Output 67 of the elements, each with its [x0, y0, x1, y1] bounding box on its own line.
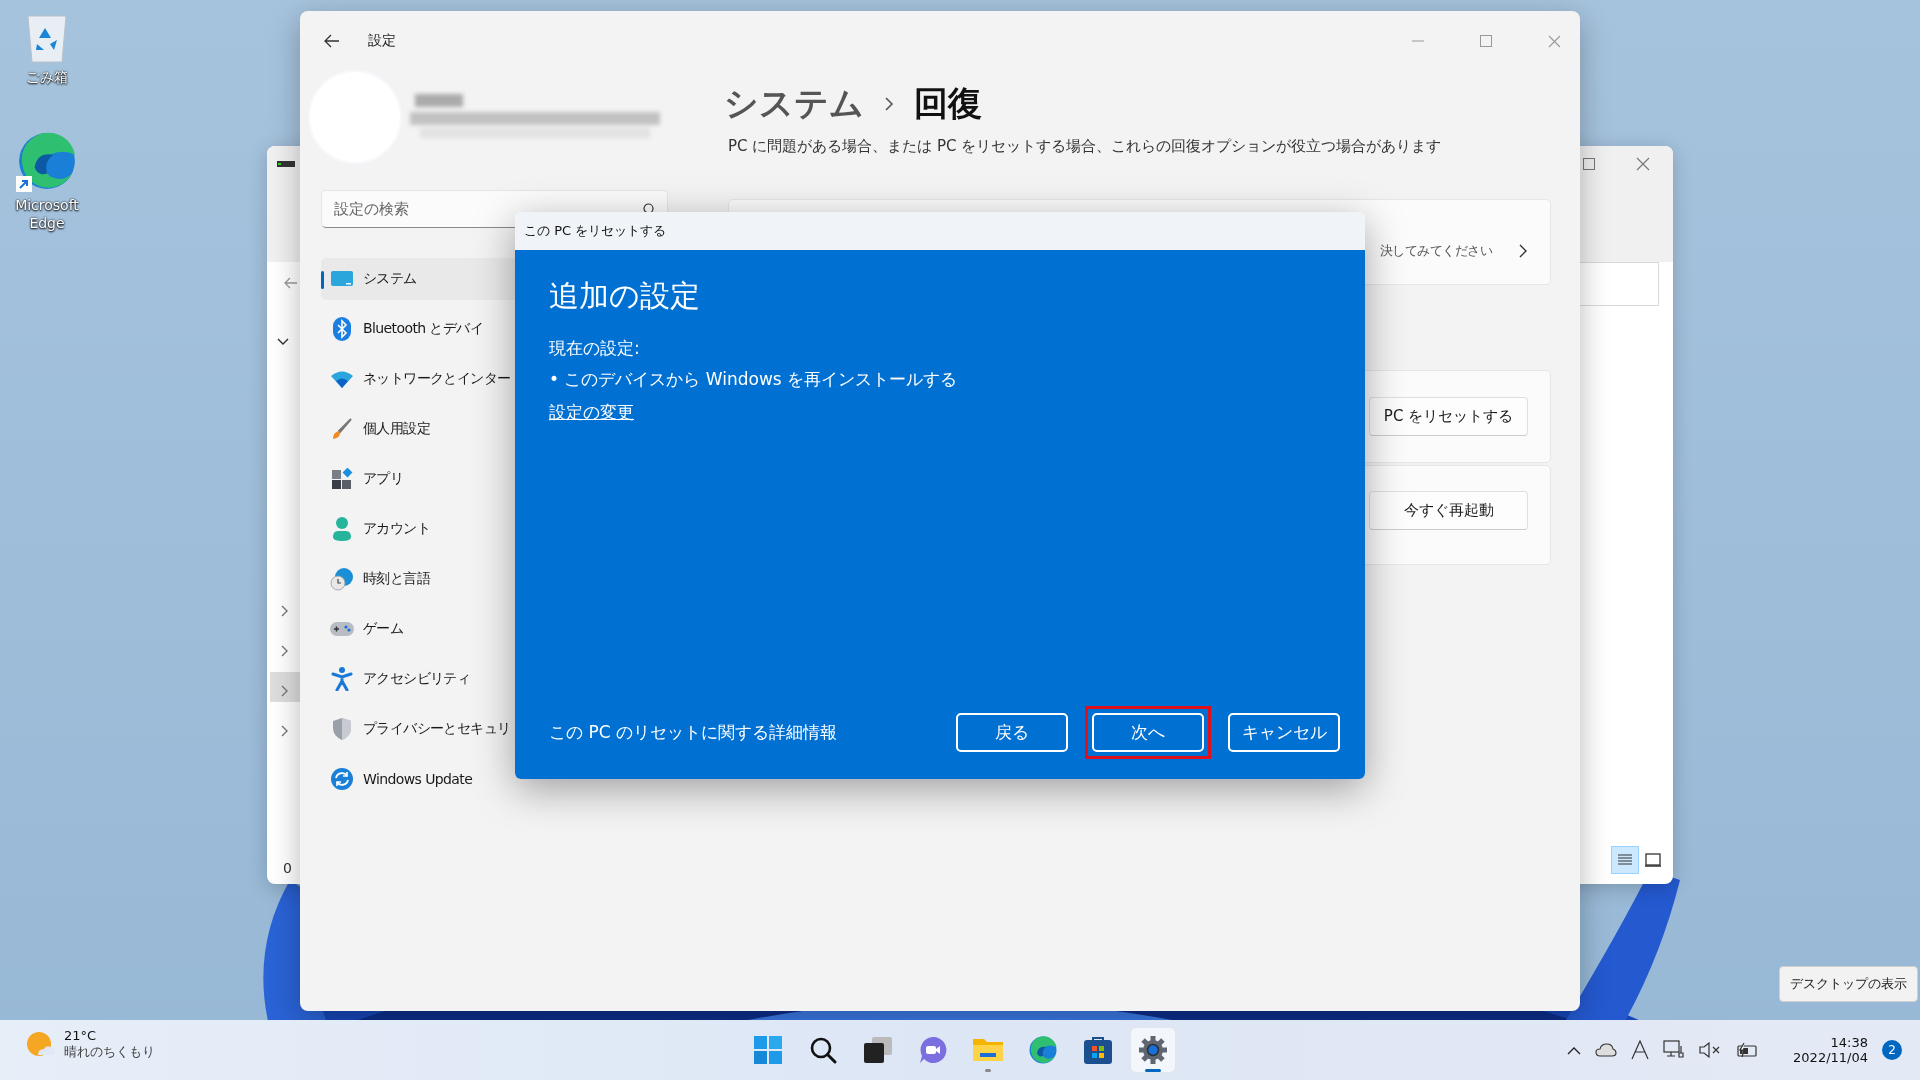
sync-icon — [330, 767, 354, 791]
battery-charging-icon[interactable] — [1735, 1042, 1760, 1058]
chat-icon — [918, 1036, 947, 1064]
gamepad-icon — [329, 620, 355, 638]
sun-cloud-icon — [26, 1030, 56, 1059]
chevron-right-icon — [884, 96, 894, 112]
apps-icon — [331, 468, 353, 490]
chevron-up-icon[interactable] — [1567, 1045, 1582, 1055]
weather-widget[interactable]: 21°C 晴れのちくもり — [26, 1028, 155, 1061]
section-label: 現在の設定: — [549, 337, 640, 360]
date: 2022/11/04 — [1793, 1050, 1868, 1065]
paintbrush-icon — [331, 418, 353, 440]
task-view-icon — [863, 1037, 892, 1063]
bluetooth-icon — [332, 317, 352, 341]
chevron-right-icon[interactable] — [281, 685, 289, 697]
drive-icon — [277, 161, 295, 167]
dialog-button[interactable]: キャンセル — [1228, 713, 1340, 752]
close-icon[interactable] — [1548, 34, 1561, 48]
chevron-right-icon[interactable] — [281, 725, 289, 737]
chevron-down-icon[interactable] — [277, 338, 289, 346]
breadcrumb-item: 回復 — [914, 82, 982, 125]
tooltip: デスクトップの表示 — [1779, 966, 1918, 1002]
page-description: PC に問題がある場合、または PC をリセットする場合、これらの回復オプションが役立つ場合があります — [728, 137, 1443, 156]
chevron-right-icon[interactable] — [281, 645, 289, 657]
time: 14:38 — [1830, 1035, 1868, 1050]
status-text: 0 — [283, 860, 292, 876]
close-icon[interactable] — [1636, 157, 1650, 171]
accessibility-icon — [331, 667, 353, 691]
network-icon[interactable] — [1663, 1040, 1686, 1060]
info-link[interactable]: この PC のリセットに関する詳細情報 — [549, 721, 837, 744]
shortcut-label: Microsoft Edge — [14, 196, 80, 233]
action-button[interactable]: 今すぐ再起動 — [1369, 490, 1528, 530]
settings-icon — [1137, 1035, 1168, 1065]
speaker-muted-icon[interactable] — [1699, 1042, 1722, 1058]
clock[interactable]: 14:38 2022/11/04 — [1793, 1035, 1868, 1065]
wifi-icon — [330, 370, 354, 388]
card-description: 決してみてください — [1379, 242, 1492, 260]
weather-condition: 晴れのちくもり — [64, 1043, 155, 1061]
address-field[interactable] — [1577, 262, 1659, 306]
maximize-icon[interactable] — [1480, 35, 1492, 47]
dialog-button[interactable]: 次へ — [1092, 713, 1204, 752]
taskbar-app[interactable] — [1130, 1028, 1175, 1072]
chevron-right-icon — [1518, 243, 1528, 259]
shortcut-label: ごみ箱 — [26, 68, 68, 87]
bullet-item: • このデバイスから Windows を再インストールする — [549, 368, 958, 391]
person-icon — [332, 517, 352, 541]
maximize-icon[interactable] — [1583, 158, 1595, 170]
change-settings-link[interactable]: 設定の変更 — [549, 401, 634, 424]
ime-icon[interactable] — [1631, 1040, 1650, 1060]
action-button[interactable]: PC をリセットする — [1369, 397, 1528, 436]
edge-icon — [1027, 1035, 1058, 1065]
store-icon — [1083, 1036, 1112, 1064]
globe-clock-icon — [330, 567, 354, 591]
windows-logo-icon — [753, 1036, 782, 1064]
monitor-icon — [330, 269, 354, 289]
shield-icon — [332, 717, 352, 741]
cloud-icon[interactable] — [1595, 1043, 1618, 1057]
dialog-button[interactable]: 戻る — [956, 713, 1068, 752]
breadcrumb-item[interactable]: システム — [724, 81, 864, 127]
back-arrow-icon[interactable] — [324, 34, 340, 48]
folder-icon — [972, 1037, 1003, 1063]
temperature: 21°C — [64, 1028, 98, 1043]
search-icon — [808, 1036, 837, 1064]
edge-icon — [16, 130, 78, 192]
chevron-right-icon[interactable] — [281, 605, 289, 617]
notification-badge[interactable]: 2 — [1882, 1040, 1902, 1060]
window-title: 設定 — [368, 32, 396, 50]
